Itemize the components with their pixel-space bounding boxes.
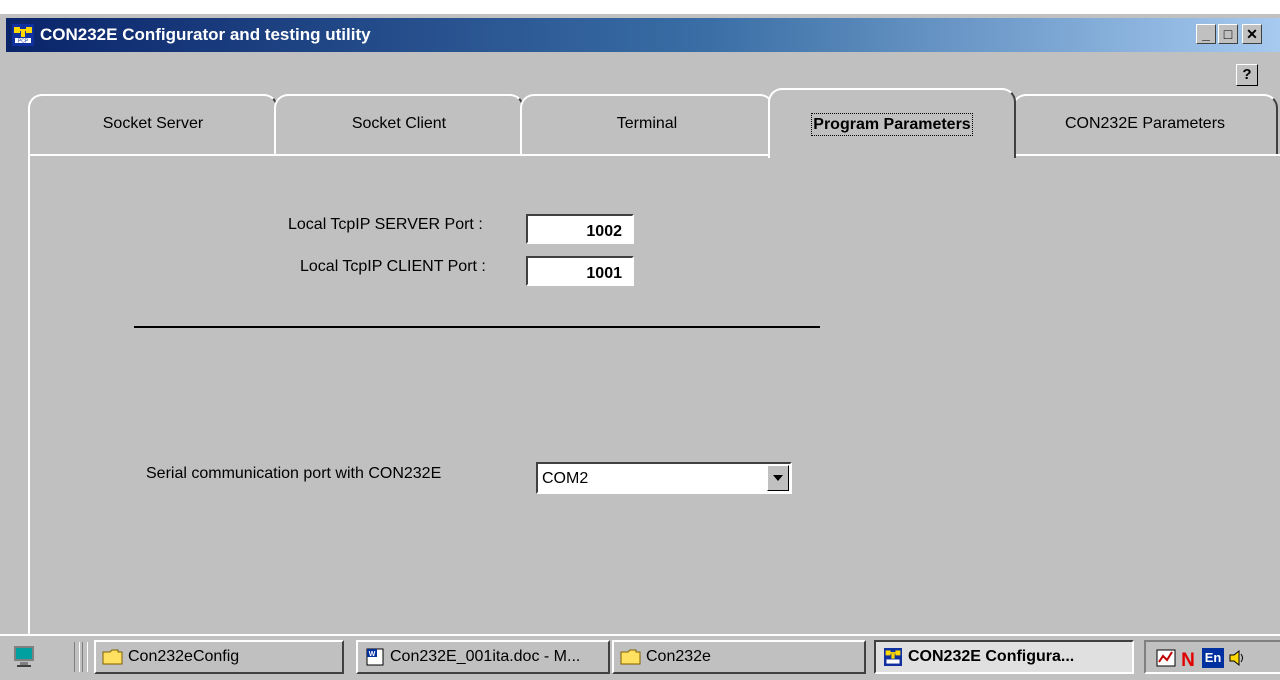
window-title: CON232E Configurator and testing utility <box>40 25 371 44</box>
folder-icon <box>102 649 123 665</box>
serial-port-label: Serial communication port with CON232E <box>146 465 442 482</box>
maximize-button[interactable]: □ <box>1218 24 1238 44</box>
program-parameters-panel <box>28 154 1280 634</box>
taskbar: Con232eConfig W Con232E_001ita.doc - M..… <box>0 634 1280 680</box>
taskbar-divider <box>82 642 88 672</box>
taskbar-divider <box>74 642 80 672</box>
help-button[interactable]: ? <box>1236 64 1258 86</box>
taskbar-button-word-doc[interactable]: W Con232E_001ita.doc - M... <box>356 640 610 674</box>
taskbar-label: Con232eConfig <box>128 648 240 665</box>
taskbar-label: CON232E Configura... <box>908 648 1075 665</box>
tab-terminal[interactable]: Terminal <box>520 94 774 154</box>
taskbar-button-con232econfig[interactable]: Con232eConfig <box>94 640 344 674</box>
taskbar-label: Con232E_001ita.doc - M... <box>390 648 581 665</box>
app-window: PCP CON232E Configurator and testing uti… <box>0 14 1280 634</box>
tab-label: Socket Client <box>351 115 447 132</box>
section-separator <box>134 326 820 328</box>
norton-n-icon[interactable]: N <box>1178 648 1198 668</box>
system-tray: N En <box>1144 640 1280 674</box>
chart-tray-icon[interactable] <box>1156 648 1176 668</box>
folder-icon <box>620 649 641 665</box>
tab-label: Program Parameters <box>811 113 973 136</box>
tab-socket-client[interactable]: Socket Client <box>274 94 524 154</box>
chevron-down-icon[interactable] <box>767 465 789 491</box>
svg-text:W: W <box>369 651 376 658</box>
speaker-icon[interactable] <box>1228 648 1248 668</box>
tab-label: CON232E Parameters <box>1064 115 1226 132</box>
taskbar-button-configurator[interactable]: CON232E Configura... <box>874 640 1134 674</box>
tab-program-parameters[interactable]: Program Parameters <box>768 88 1016 158</box>
client-port-label: Local TcpIP CLIENT Port : <box>300 258 486 275</box>
server-port-input[interactable] <box>526 214 634 244</box>
language-indicator[interactable]: En <box>1202 648 1224 668</box>
svg-text:PCP: PCP <box>18 39 29 45</box>
title-bar[interactable]: PCP CON232E Configurator and testing uti… <box>6 18 1280 52</box>
app-icon <box>884 648 902 666</box>
taskbar-label: Con232e <box>646 648 711 665</box>
tab-socket-server[interactable]: Socket Server <box>28 94 278 154</box>
server-port-label: Local TcpIP SERVER Port : <box>288 216 483 233</box>
app-icon: PCP <box>12 24 34 46</box>
tab-label: Terminal <box>616 115 678 132</box>
tab-label: Socket Server <box>102 115 204 132</box>
show-desktop-icon[interactable] <box>12 644 36 668</box>
tab-con232e-parameters[interactable]: CON232E Parameters <box>1012 94 1278 154</box>
svg-text:N: N <box>1181 650 1195 668</box>
serial-port-value: COM2 <box>542 470 589 487</box>
word-document-icon: W <box>366 648 384 666</box>
serial-port-select[interactable]: COM2 <box>536 462 792 494</box>
minimize-button[interactable]: _ <box>1196 24 1216 44</box>
taskbar-button-con232e[interactable]: Con232e <box>612 640 866 674</box>
client-port-input[interactable] <box>526 256 634 286</box>
close-button[interactable]: ✕ <box>1242 24 1262 44</box>
